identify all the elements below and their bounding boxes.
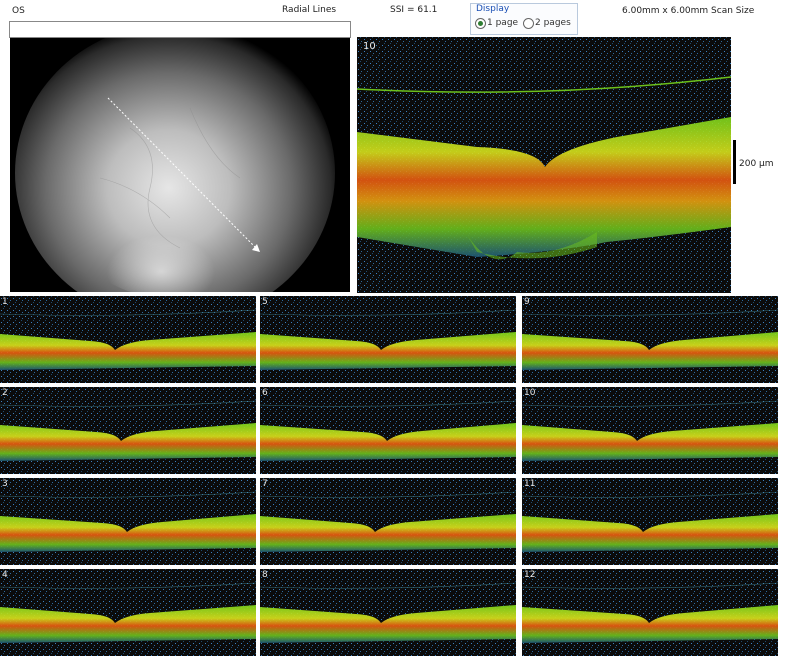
- display-title: Display: [476, 4, 510, 14]
- thumbnail-number: 5: [262, 297, 268, 307]
- main-scan-number: 10: [363, 41, 376, 52]
- scale-bar: [733, 140, 736, 184]
- scale-label: 200 µm: [739, 159, 774, 169]
- main-bscan: 10: [357, 37, 731, 293]
- thumbnail-number: 12: [524, 570, 536, 580]
- thumbnail-number: 11: [524, 479, 536, 489]
- thumbnail-number: 4: [2, 570, 8, 580]
- display-groupbox: Display 1 page 2 pages: [470, 3, 578, 35]
- ssi-label: SSI = 61.1: [390, 5, 438, 15]
- bscan-thumbnail[interactable]: 9: [522, 296, 778, 383]
- two-pages-label[interactable]: 2 pages: [535, 18, 571, 28]
- bscan-thumbnail[interactable]: 5: [260, 296, 516, 383]
- fundus-image: [10, 38, 350, 292]
- bscan-thumbnail[interactable]: 6: [260, 387, 516, 474]
- eye-label: OS: [12, 6, 25, 16]
- thumbnail-number: 3: [2, 479, 8, 489]
- thumbnail-number: 2: [2, 388, 8, 398]
- bscan-thumbnail[interactable]: 10: [522, 387, 778, 474]
- bscan-thumbnail[interactable]: 1: [0, 296, 256, 383]
- bscan-thumbnail[interactable]: 8: [260, 569, 516, 656]
- thumbnail-number: 1: [2, 297, 8, 307]
- one-page-label[interactable]: 1 page: [487, 18, 518, 28]
- bscan-thumbnail[interactable]: 12: [522, 569, 778, 656]
- empty-field-bar: [9, 21, 351, 38]
- protocol-label: Radial Lines: [282, 5, 337, 15]
- thumbnail-number: 9: [524, 297, 530, 307]
- two-pages-radio[interactable]: [523, 18, 534, 29]
- bscan-thumbnail[interactable]: 2: [0, 387, 256, 474]
- scan-size-label: 6.00mm x 6.00mm Scan Size: [622, 6, 755, 16]
- bscan-thumbnail[interactable]: 3: [0, 478, 256, 565]
- thumbnail-number: 6: [262, 388, 268, 398]
- bscan-thumbnail[interactable]: 4: [0, 569, 256, 656]
- thumbnail-number: 10: [524, 388, 536, 398]
- bscan-thumbnail[interactable]: 11: [522, 478, 778, 565]
- bscan-thumbnail[interactable]: 7: [260, 478, 516, 565]
- thumbnail-number: 8: [262, 570, 268, 580]
- thumbnail-number: 7: [262, 479, 268, 489]
- one-page-radio[interactable]: [475, 18, 486, 29]
